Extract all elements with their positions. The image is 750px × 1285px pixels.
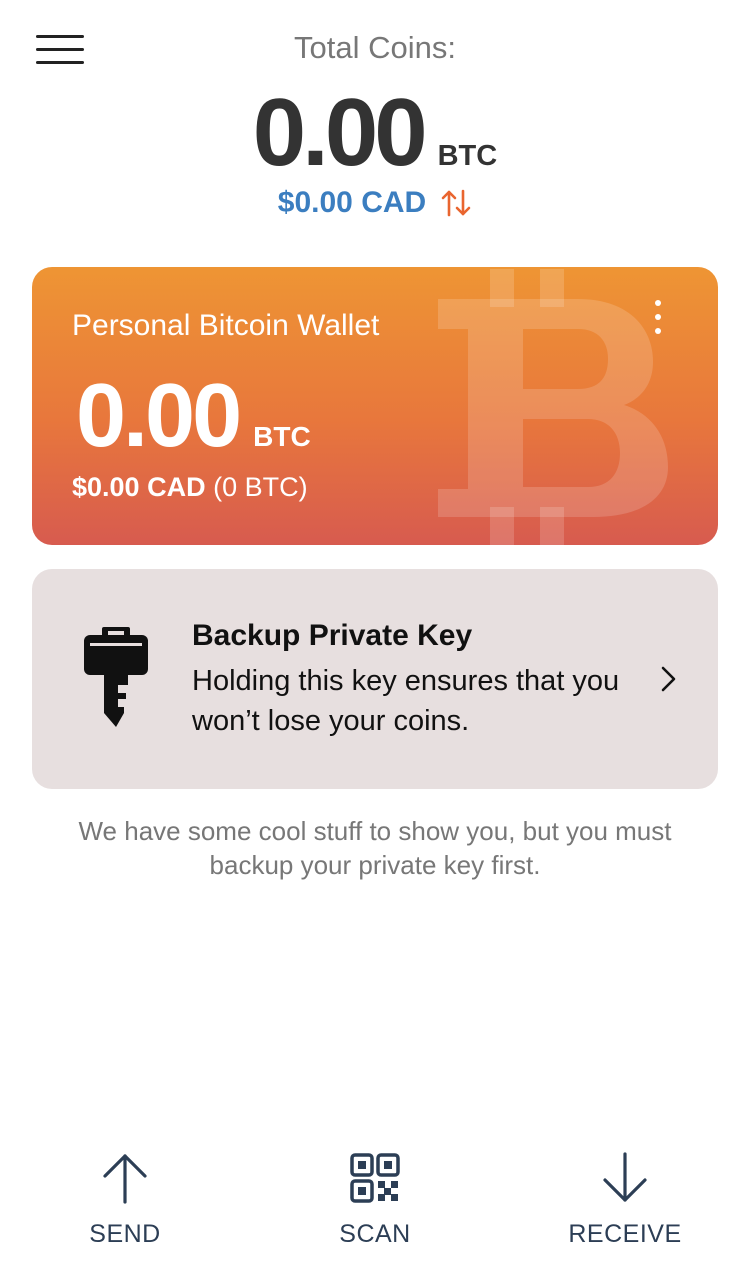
wallet-home-screen: Total Coins: 0.00 BTC $0.00 CAD Personal… [0, 0, 750, 1285]
arrow-down-icon [603, 1152, 647, 1202]
qr-code-icon [350, 1153, 400, 1203]
wallet-fiat-value: $0.00 CAD [72, 472, 206, 502]
backup-private-key-card[interactable]: Backup Private Key Holding this key ensu… [32, 569, 718, 789]
total-fiat-row: $0.00 CAD [0, 186, 750, 220]
scan-button[interactable]: SCAN [275, 1150, 475, 1260]
backup-title: Backup Private Key [192, 619, 473, 652]
arrow-up-icon [103, 1154, 147, 1204]
chevron-right-icon [661, 666, 676, 692]
swap-arrows-icon[interactable] [440, 188, 472, 218]
bottom-action-bar: SEND SCAN RECEIVE [0, 1150, 750, 1260]
wallet-name: Personal Bitcoin Wallet [72, 309, 380, 342]
key-icon [84, 627, 148, 727]
total-coins-label: Total Coins: [294, 30, 456, 65]
wallet-balance: 0.00 BTC [76, 365, 311, 468]
bitcoin-icon [438, 269, 668, 545]
more-vertical-icon[interactable] [650, 297, 666, 341]
receive-button[interactable]: RECEIVE [525, 1150, 725, 1260]
scan-label: SCAN [339, 1220, 411, 1248]
total-balance: 0.00 BTC [0, 78, 750, 188]
wallet-unit: BTC [253, 421, 311, 452]
wallet-fiat-row: $0.00 CAD (0 BTC) [72, 472, 308, 503]
total-amount: 0.00 [252, 79, 428, 186]
backup-description: Holding this key ensures that you won’t … [192, 665, 620, 737]
total-unit: BTC [437, 140, 498, 172]
wallet-card[interactable]: Personal Bitcoin Wallet 0.00 BTC $0.00 C… [32, 267, 718, 545]
send-label: SEND [89, 1220, 161, 1248]
wallet-amount: 0.00 [76, 366, 242, 466]
backup-info-text: We have some cool stuff to show you, but… [78, 816, 672, 880]
total-fiat-value: $0.00 CAD [277, 186, 427, 219]
send-button[interactable]: SEND [25, 1150, 225, 1260]
receive-label: RECEIVE [568, 1220, 682, 1248]
wallet-fiat-sub: (0 BTC) [213, 472, 308, 502]
